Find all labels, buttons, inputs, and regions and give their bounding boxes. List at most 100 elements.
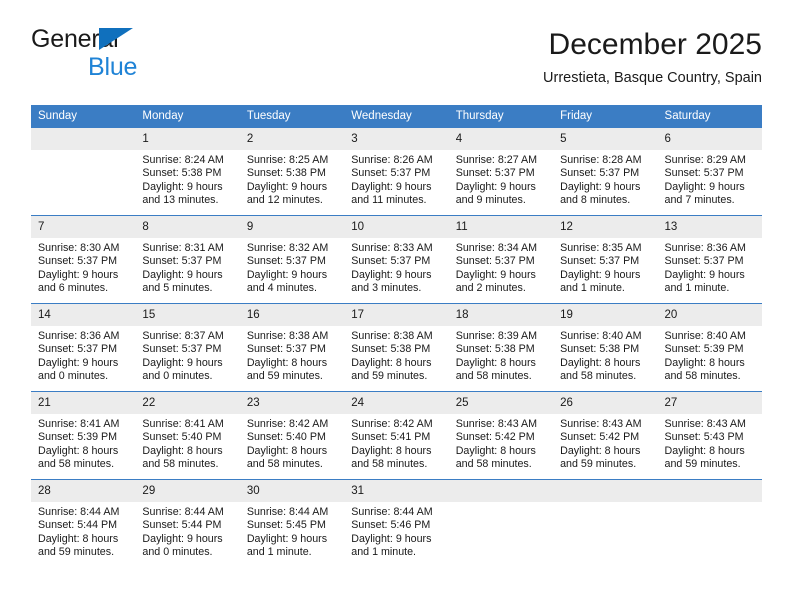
calendar-day-cell[interactable]: 20 Sunrise: 8:40 AM Sunset: 5:39 PM Dayligh… [657, 303, 762, 392]
calendar-day-cell[interactable]: 16 Sunrise: 8:38 AM Sunset: 5:37 PM Dayligh… [239, 303, 345, 392]
day-number: 17 [344, 304, 449, 326]
day-daylight-line-text: and 58 minutes. [664, 370, 741, 383]
day-daylight-line-text: and 58 minutes. [455, 370, 532, 383]
day-daylight-line-text: Daylight: 9 hours [142, 356, 223, 369]
day-sunrise-text: Sunrise: 8:43 AM [560, 418, 642, 430]
calendar-day-cell[interactable]: 2 Sunrise: 8:25 AM Sunset: 5:38 PM Daylight… [239, 127, 345, 216]
day-number: 21 [31, 392, 136, 414]
calendar-day-cell[interactable]: 8 Sunrise: 8:31 AM Sunset: 5:37 PM Daylight… [135, 215, 240, 304]
day-daylight-line-text: and 0 minutes. [142, 370, 213, 383]
day-sunset-text: Sunset: 5:38 PM [142, 167, 222, 180]
calendar-day-cell[interactable]: 10 Sunrise: 8:33 AM Sunset: 5:37 PM Dayligh… [344, 215, 449, 304]
day-cell-inner: 17 Sunrise: 8:38 AM Sunset: 5:38 PM Dayligh… [344, 304, 449, 391]
day-daylight-line-text: and 7 minutes. [664, 194, 735, 207]
day-sun-info: Sunrise: 8:38 AM Sunset: 5:37 PM Daylight:… [240, 326, 344, 384]
calendar-day-cell[interactable]: 6 Sunrise: 8:29 AM Sunset: 5:37 PM Daylight… [657, 127, 762, 216]
day-sun-info: Sunrise: 8:40 AM Sunset: 5:39 PM Daylight:… [658, 326, 762, 384]
day-daylight-line-text: Daylight: 8 hours [38, 444, 119, 457]
calendar-day-cell[interactable]: 31 Sunrise: 8:44 AM Sunset: 5:46 PM Dayligh… [344, 479, 449, 568]
day-daylight-line-text: Daylight: 9 hours [246, 180, 328, 193]
day-sunset-text: Sunset: 5:37 PM [246, 343, 326, 356]
day-sunset-text: Sunset: 5:41 PM [351, 431, 431, 444]
day-sunrise-text: Sunrise: 8:29 AM [664, 154, 746, 166]
day-sunrise-text: Sunrise: 8:26 AM [351, 154, 433, 166]
day-number: 19 [553, 304, 658, 326]
day-daylight-line-text: and 5 minutes. [142, 282, 213, 295]
calendar-week-row: 7 Sunrise: 8:30 AM Sunset: 5:37 PM Daylight… [31, 215, 762, 304]
day-daylight-line-text: and 2 minutes. [455, 282, 526, 295]
location-subtitle: Urrestieta, Basque Country, Spain [543, 70, 762, 86]
day-daylight-line-text: and 58 minutes. [142, 458, 219, 471]
day-daylight-line-text: Daylight: 8 hours [455, 356, 536, 369]
general-blue-logo[interactable]: General Blue [31, 26, 291, 88]
calendar-day-cell[interactable]: 15 Sunrise: 8:37 AM Sunset: 5:37 PM Dayligh… [135, 303, 240, 392]
day-sunrise-text: Sunrise: 8:44 AM [246, 506, 329, 518]
day-daylight-line-text: Daylight: 9 hours [351, 180, 432, 193]
day-sun-info: Sunrise: 8:44 AM Sunset: 5:44 PM Daylight:… [135, 502, 239, 560]
calendar-day-cell[interactable]: 22 Sunrise: 8:41 AM Sunset: 5:40 PM Dayligh… [135, 391, 240, 480]
calendar-day-cell[interactable]: 30 Sunrise: 8:44 AM Sunset: 5:45 PM Dayligh… [239, 479, 345, 568]
day-daylight-line-text: Daylight: 9 hours [455, 180, 536, 193]
day-sunrise-text: Sunrise: 8:32 AM [246, 242, 329, 254]
day-cell-inner: 11 Sunrise: 8:34 AM Sunset: 5:37 PM Dayligh… [448, 216, 554, 303]
day-number: 31 [344, 480, 449, 502]
calendar-day-cell[interactable]: 7 Sunrise: 8:30 AM Sunset: 5:37 PM Daylight… [31, 215, 136, 304]
day-sun-info: Sunrise: 8:33 AM Sunset: 5:37 PM Daylight:… [344, 238, 448, 296]
calendar-day-cell[interactable]: 27 Sunrise: 8:43 AM Sunset: 5:43 PM Dayligh… [657, 391, 762, 480]
day-sun-info: Sunrise: 8:43 AM Sunset: 5:42 PM Daylight:… [449, 414, 553, 472]
day-cell-inner [657, 480, 762, 568]
day-number: 22 [135, 392, 240, 414]
day-number: 24 [344, 392, 449, 414]
day-sunrise-text: Sunrise: 8:38 AM [351, 330, 433, 342]
day-number: 1 [135, 128, 240, 150]
calendar-day-cell[interactable]: 14 Sunrise: 8:36 AM Sunset: 5:37 PM Dayligh… [31, 303, 136, 392]
calendar-day-cell[interactable]: 25 Sunrise: 8:43 AM Sunset: 5:42 PM Dayligh… [448, 391, 554, 480]
day-number: 11 [448, 216, 554, 238]
calendar-day-cell[interactable]: 19 Sunrise: 8:40 AM Sunset: 5:38 PM Dayligh… [553, 303, 658, 392]
calendar-day-cell[interactable]: 11 Sunrise: 8:34 AM Sunset: 5:37 PM Dayligh… [448, 215, 554, 304]
day-sun-info: Sunrise: 8:29 AM Sunset: 5:37 PM Daylight:… [658, 150, 762, 208]
calendar-day-cell[interactable]: 23 Sunrise: 8:42 AM Sunset: 5:40 PM Dayligh… [239, 391, 345, 480]
calendar-week-row: 28 Sunrise: 8:44 AM Sunset: 5:44 PM Dayligh… [31, 479, 762, 568]
calendar-day-cell[interactable]: 21 Sunrise: 8:41 AM Sunset: 5:39 PM Dayligh… [31, 391, 136, 480]
calendar-day-cell[interactable]: 4 Sunrise: 8:27 AM Sunset: 5:37 PM Daylight… [448, 127, 554, 216]
weekday-header-monday: Monday [135, 105, 240, 128]
day-sunrise-text: Sunrise: 8:44 AM [38, 506, 120, 518]
day-sunrise-text: Sunrise: 8:42 AM [351, 418, 433, 430]
calendar-day-cell[interactable]: 12 Sunrise: 8:35 AM Sunset: 5:37 PM Dayligh… [553, 215, 658, 304]
day-cell-inner: 1 Sunrise: 8:24 AM Sunset: 5:38 PM Daylight… [135, 128, 240, 215]
logo-blue-label: Blue [88, 53, 138, 81]
day-number: 10 [344, 216, 449, 238]
day-sunrise-text: Sunrise: 8:42 AM [246, 418, 329, 430]
calendar-day-cell[interactable]: 17 Sunrise: 8:38 AM Sunset: 5:38 PM Dayligh… [344, 303, 449, 392]
day-sun-info: Sunrise: 8:42 AM Sunset: 5:41 PM Daylight:… [344, 414, 448, 472]
day-sun-info: Sunrise: 8:28 AM Sunset: 5:37 PM Daylight:… [553, 150, 657, 208]
calendar-day-cell[interactable]: 13 Sunrise: 8:36 AM Sunset: 5:37 PM Dayligh… [657, 215, 762, 304]
day-daylight-line-text: Daylight: 8 hours [560, 356, 641, 369]
calendar-day-cell[interactable]: 28 Sunrise: 8:44 AM Sunset: 5:44 PM Dayligh… [31, 479, 136, 568]
calendar-day-cell[interactable]: 24 Sunrise: 8:42 AM Sunset: 5:41 PM Dayligh… [344, 391, 449, 480]
day-cell-inner: 22 Sunrise: 8:41 AM Sunset: 5:40 PM Dayligh… [135, 392, 240, 479]
calendar-week-row: 14 Sunrise: 8:36 AM Sunset: 5:37 PM Dayligh… [31, 303, 762, 392]
calendar-day-cell[interactable]: 26 Sunrise: 8:43 AM Sunset: 5:42 PM Dayligh… [553, 391, 658, 480]
page-title: December 2025 [548, 28, 762, 61]
day-cell-inner: 27 Sunrise: 8:43 AM Sunset: 5:43 PM Dayligh… [657, 392, 762, 479]
calendar-day-cell[interactable]: 29 Sunrise: 8:44 AM Sunset: 5:44 PM Dayligh… [135, 479, 240, 568]
day-daylight-line-text: Daylight: 9 hours [351, 268, 432, 281]
day-sunrise-text: Sunrise: 8:44 AM [351, 506, 433, 518]
day-sunset-text: Sunset: 5:37 PM [38, 255, 118, 268]
calendar-day-cell[interactable]: 1 Sunrise: 8:24 AM Sunset: 5:38 PM Daylight… [135, 127, 240, 216]
calendar-day-cell[interactable]: 3 Sunrise: 8:26 AM Sunset: 5:37 PM Daylight… [344, 127, 449, 216]
calendar-empty-cell [553, 479, 658, 568]
day-sun-info: Sunrise: 8:42 AM Sunset: 5:40 PM Daylight:… [240, 414, 344, 472]
calendar-day-cell[interactable]: 9 Sunrise: 8:32 AM Sunset: 5:37 PM Daylight… [239, 215, 345, 304]
day-sunrise-text: Sunrise: 8:41 AM [38, 418, 120, 430]
calendar-table: Sunday Monday Tuesday Wednesday Thursday… [31, 105, 762, 568]
day-sunrise-text: Sunrise: 8:44 AM [142, 506, 224, 518]
calendar-day-cell[interactable]: 18 Sunrise: 8:39 AM Sunset: 5:38 PM Dayligh… [448, 303, 554, 392]
day-number: 13 [657, 216, 762, 238]
day-sunset-text: Sunset: 5:38 PM [560, 343, 640, 356]
day-daylight-line-text: and 9 minutes. [455, 194, 526, 207]
day-daylight-line-text: Daylight: 9 hours [142, 180, 223, 193]
calendar-day-cell[interactable]: 5 Sunrise: 8:28 AM Sunset: 5:37 PM Daylight… [553, 127, 658, 216]
